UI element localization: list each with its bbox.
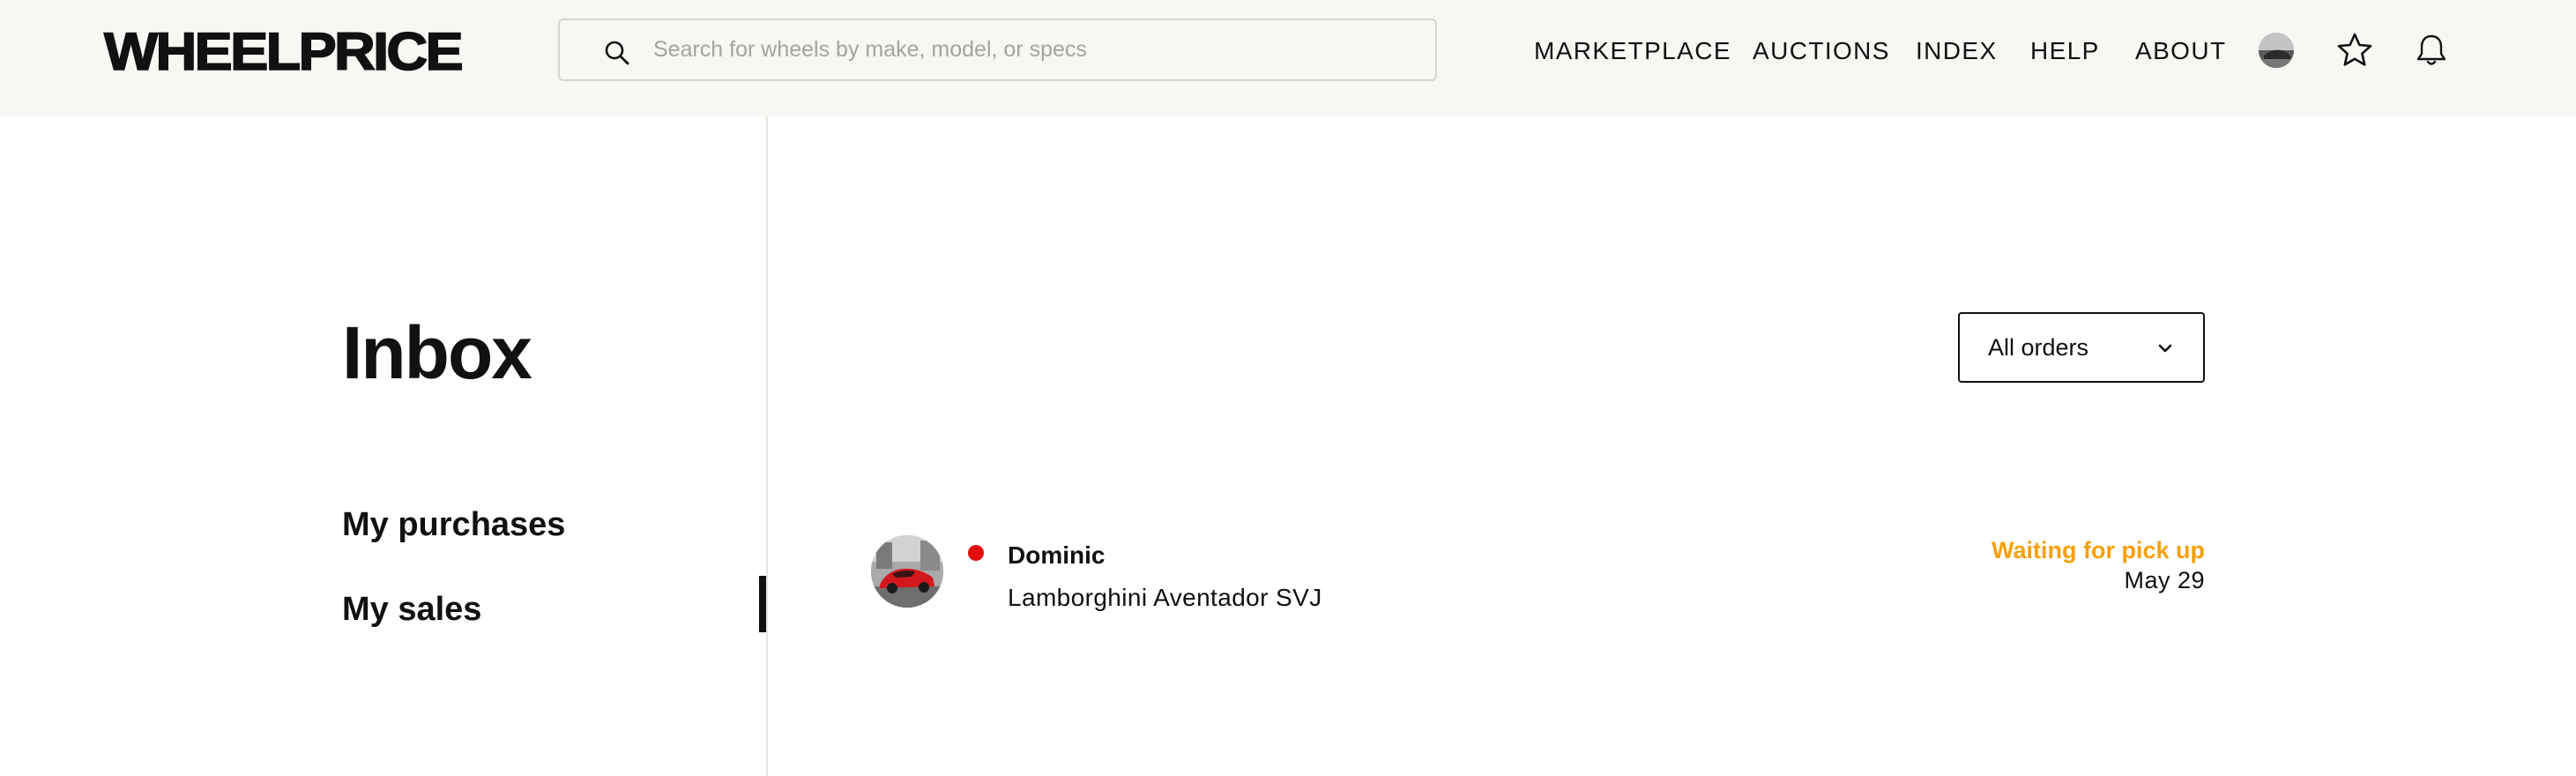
item-name: Lamborghini Aventador SVJ bbox=[1008, 584, 1322, 611]
search-icon bbox=[605, 41, 629, 65]
order-filter-selected: All orders bbox=[1988, 334, 2089, 361]
search-bar[interactable] bbox=[558, 19, 1437, 81]
nav-marketplace[interactable]: MARKETPLACE bbox=[1534, 34, 1731, 69]
sidebar-item-my-sales[interactable]: My sales bbox=[342, 587, 481, 631]
chevron-down-icon bbox=[2158, 344, 2172, 353]
avatar[interactable] bbox=[2259, 33, 2294, 68]
active-indicator bbox=[759, 576, 766, 632]
sidebar-item-my-purchases[interactable]: My purchases bbox=[342, 503, 565, 547]
sidebar-divider bbox=[766, 116, 768, 776]
page-title: Inbox bbox=[342, 311, 532, 394]
buyer-avatar bbox=[871, 535, 943, 608]
unread-indicator bbox=[968, 545, 984, 561]
order-date: May 29 bbox=[2124, 567, 2205, 593]
nav-auctions[interactable]: AUCTIONS bbox=[1753, 34, 1890, 69]
status-badge: Waiting for pick up bbox=[1992, 537, 2205, 563]
search-input[interactable] bbox=[653, 20, 1411, 79]
avatar-image bbox=[2259, 33, 2294, 68]
top-header: WHEELPRICE MARKETPLACE AUCTIONS INDEX HE… bbox=[0, 0, 2576, 116]
car-thumbnail bbox=[871, 535, 943, 608]
order-filter-dropdown[interactable]: All orders bbox=[1958, 312, 2205, 383]
bell-icon[interactable] bbox=[2412, 31, 2451, 70]
nav-help[interactable]: HELP bbox=[2030, 34, 2100, 69]
buyer-name: Dominic bbox=[1008, 541, 1106, 569]
nav-about[interactable]: ABOUT bbox=[2135, 34, 2226, 69]
logo[interactable]: WHEELPRICE bbox=[103, 21, 464, 83]
order-row[interactable]: Dominic Lamborghini Aventador SVJ Waitin… bbox=[871, 526, 2205, 623]
star-icon[interactable] bbox=[2335, 31, 2374, 70]
nav-index[interactable]: INDEX bbox=[1916, 34, 1998, 69]
